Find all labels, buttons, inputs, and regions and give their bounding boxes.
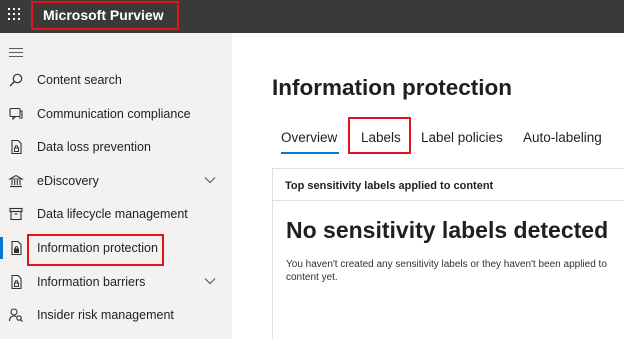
tab-overview[interactable]: Overview [281,130,337,146]
sidebar-item-label: Insider risk management [37,308,174,322]
person-search-icon [8,308,23,322]
hamburger-menu-icon[interactable] [9,48,23,57]
sidebar-item-content-search[interactable]: Content search [0,64,232,97]
sidebar-item-data-lifecycle-management[interactable]: Data lifecycle management [0,198,232,231]
page-title: Information protection [272,75,512,100]
document-lock-icon [11,274,22,290]
tab-label-policies[interactable]: Label policies [421,130,503,146]
sidebar-item-label: Content search [37,73,122,87]
sidebar-item-label: Information barriers [37,275,146,289]
sidebar: Content search Communication compliance … [0,33,232,339]
sidebar-item-insider-risk-management[interactable]: Insider risk management [0,299,232,332]
top-bar: Microsoft Purview [0,0,624,33]
tab-auto-labeling[interactable]: Auto-labeling [523,130,602,146]
sidebar-item-label: Data loss prevention [37,140,151,154]
sidebar-item-communication-compliance[interactable]: Communication compliance [0,98,232,131]
sensitivity-labels-card [272,168,624,339]
app-launcher-icon[interactable] [8,8,22,22]
search-icon [9,73,23,87]
app-name[interactable]: Microsoft Purview [43,6,164,24]
card-empty-title: No sensitivity labels detected [286,217,609,243]
sidebar-item-label: Data lifecycle management [37,207,188,221]
tab-labels-highlight-box [348,117,411,154]
archive-icon [9,207,23,221]
card-empty-description: You haven't created any sensitivity labe… [286,259,607,283]
selected-tab-indicator [281,152,339,154]
chat-icon [9,107,23,121]
document-lock-icon [11,240,22,256]
sidebar-item-label: eDiscovery [37,174,99,188]
card-divider [272,200,624,201]
bank-icon [8,174,24,188]
sidebar-item-information-barriers[interactable]: Information barriers [0,266,232,299]
sidebar-item-ediscovery[interactable]: eDiscovery [0,165,232,198]
document-lock-icon [11,139,22,155]
sidebar-item-highlight-box [27,234,164,266]
chevron-down-icon[interactable] [204,176,216,184]
sidebar-item-data-loss-prevention[interactable]: Data loss prevention [0,131,232,164]
sidebar-item-label: Communication compliance [37,107,191,121]
card-header: Top sensitivity labels applied to conten… [285,180,494,192]
chevron-down-icon[interactable] [204,277,216,285]
